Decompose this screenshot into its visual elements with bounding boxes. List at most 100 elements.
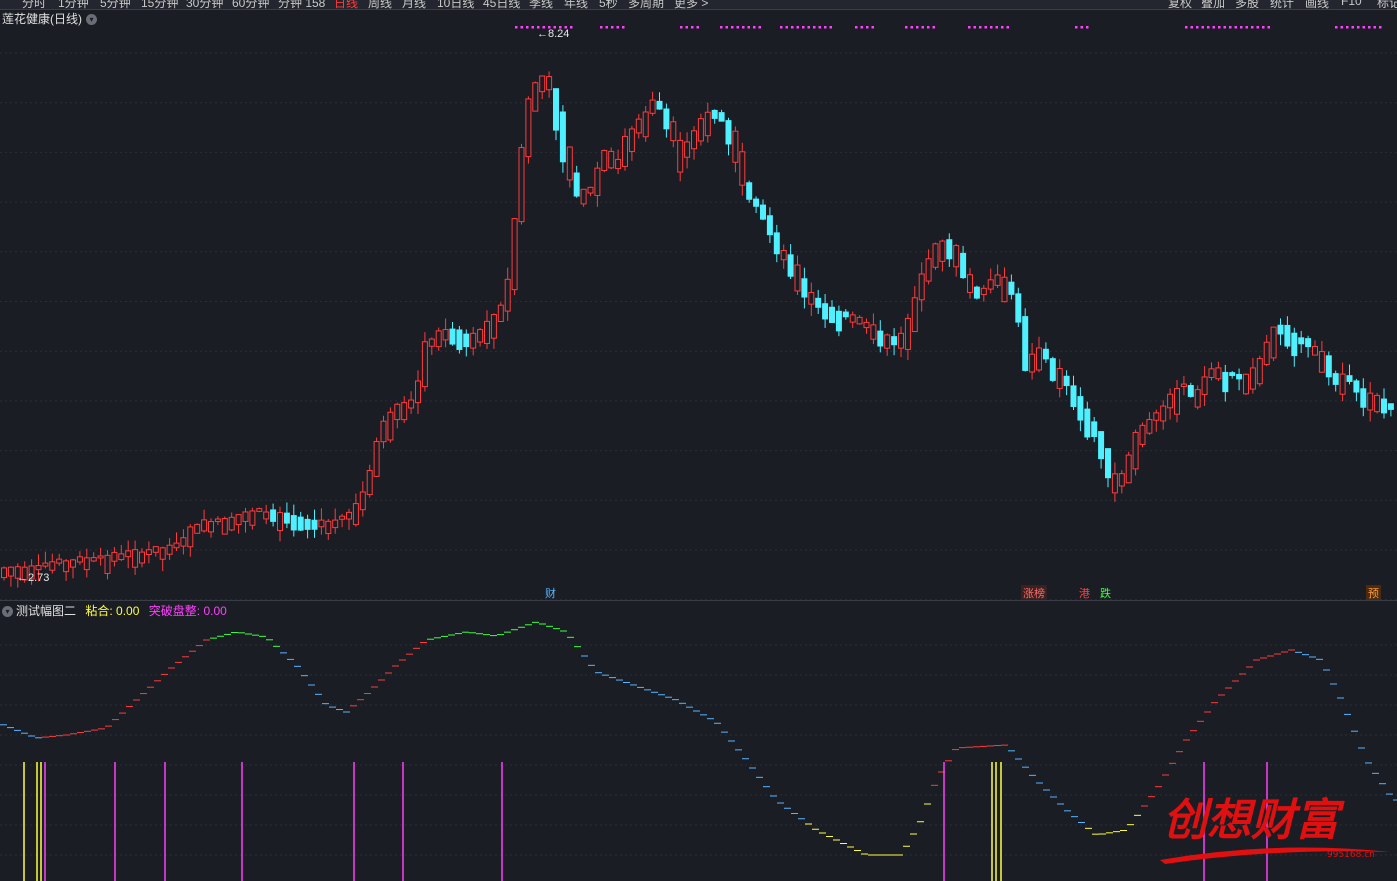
candle-body — [580, 188, 587, 205]
candle-body — [76, 556, 83, 563]
signal-dot — [1207, 26, 1210, 29]
signal-dot — [1218, 26, 1221, 29]
candle-body — [946, 239, 953, 260]
high-price-label: ←8.24 — [537, 28, 570, 40]
candle-body — [884, 334, 891, 349]
signal-dot — [731, 26, 734, 29]
candle-body — [863, 321, 870, 329]
candle-body — [1194, 389, 1201, 408]
candle-body — [1291, 332, 1298, 357]
candle-body — [442, 329, 449, 341]
signal-dot — [1001, 26, 1004, 29]
candle-body — [1056, 367, 1063, 389]
candle-body — [1236, 373, 1243, 380]
candle-body — [490, 314, 497, 339]
candle-body — [497, 304, 504, 322]
candle-body — [870, 324, 877, 340]
signal-dot — [855, 26, 858, 29]
signal-dot — [824, 26, 827, 29]
signal-dot — [807, 26, 810, 29]
signal-dot — [515, 26, 518, 29]
candle-body — [380, 420, 387, 443]
candle-body — [325, 520, 332, 535]
signal-dot — [611, 26, 614, 29]
candle-body — [435, 330, 442, 348]
signal-dot — [720, 26, 723, 29]
candle-body — [1118, 473, 1125, 487]
signal-dot — [1201, 26, 1204, 29]
candle-body — [573, 172, 580, 197]
candle-body — [463, 333, 470, 348]
candle-body — [318, 519, 325, 528]
candle-body — [918, 273, 925, 301]
candle-body — [566, 146, 573, 181]
arrow-icon: ← — [537, 28, 548, 40]
candle-body — [663, 108, 670, 130]
candle-body — [1256, 358, 1263, 385]
candle-body — [815, 297, 822, 308]
candle-body — [953, 245, 960, 268]
candle-body — [649, 99, 656, 114]
indicator-header: ▾ 测试幅图二 粘合: 0.00 突破盘整: 0.00 — [2, 602, 227, 619]
signal-dot — [813, 26, 816, 29]
candle-body — [587, 186, 594, 194]
signal-dot — [927, 26, 930, 29]
candle-body — [960, 252, 967, 279]
marker-hk[interactable]: 港 — [1077, 585, 1092, 601]
candle-body — [277, 512, 283, 532]
signal-dot — [622, 26, 625, 29]
logo-url: 995168.cn — [1327, 850, 1375, 860]
marker-rank-up[interactable]: 涨榜 — [1021, 585, 1047, 601]
kline-chart[interactable] — [0, 0, 1397, 881]
candle-body — [194, 523, 201, 534]
candle-body — [1015, 293, 1022, 323]
candle-body — [1284, 324, 1291, 347]
candle-body — [877, 330, 884, 347]
candle-body — [290, 515, 297, 531]
candle-body — [1022, 316, 1029, 371]
candle-body — [1070, 385, 1077, 407]
marker-finance[interactable]: 财 — [543, 585, 558, 601]
signal-dot — [1223, 26, 1226, 29]
signal-dot — [725, 26, 728, 29]
chevron-down-icon[interactable]: ▾ — [2, 606, 13, 617]
candle-body — [746, 182, 753, 200]
candle-body — [1325, 355, 1332, 378]
candle-body — [615, 158, 622, 170]
indicator-name: 测试幅图二 — [16, 604, 77, 618]
candle-body — [1367, 392, 1374, 411]
signal-dot — [1080, 26, 1083, 29]
pane-divider[interactable] — [0, 600, 1397, 601]
candle-body — [1180, 383, 1187, 388]
marker-forecast[interactable]: 预 — [1366, 585, 1381, 601]
candle-body — [1305, 338, 1312, 348]
signal-dot — [1256, 26, 1259, 29]
candle-body — [339, 515, 346, 520]
candle-body — [1084, 408, 1091, 438]
candle-body — [408, 399, 415, 409]
candle-body — [359, 491, 366, 511]
candle-body — [97, 555, 104, 559]
candle-body — [539, 75, 546, 93]
candle-body — [187, 526, 194, 548]
candle-body — [49, 561, 56, 571]
signal-dot — [526, 26, 529, 29]
candle-body — [56, 558, 63, 564]
candle-body — [697, 118, 704, 142]
signal-dot — [1267, 26, 1270, 29]
candle-body — [139, 551, 145, 564]
signal-dot — [1357, 26, 1360, 29]
candle-body — [1381, 398, 1387, 414]
signal-dot — [1368, 26, 1371, 29]
candle-body — [925, 258, 932, 282]
signal-dot — [1234, 26, 1237, 29]
candle-body — [1243, 373, 1249, 395]
signal-dot — [1379, 26, 1382, 29]
signal-dot — [990, 26, 993, 29]
marker-drop[interactable]: 跌 — [1098, 585, 1113, 601]
candle-body — [1077, 396, 1084, 421]
candle-body — [428, 338, 435, 347]
signal-dot — [747, 26, 750, 29]
candle-body — [601, 149, 608, 171]
candle-body — [1049, 358, 1056, 381]
